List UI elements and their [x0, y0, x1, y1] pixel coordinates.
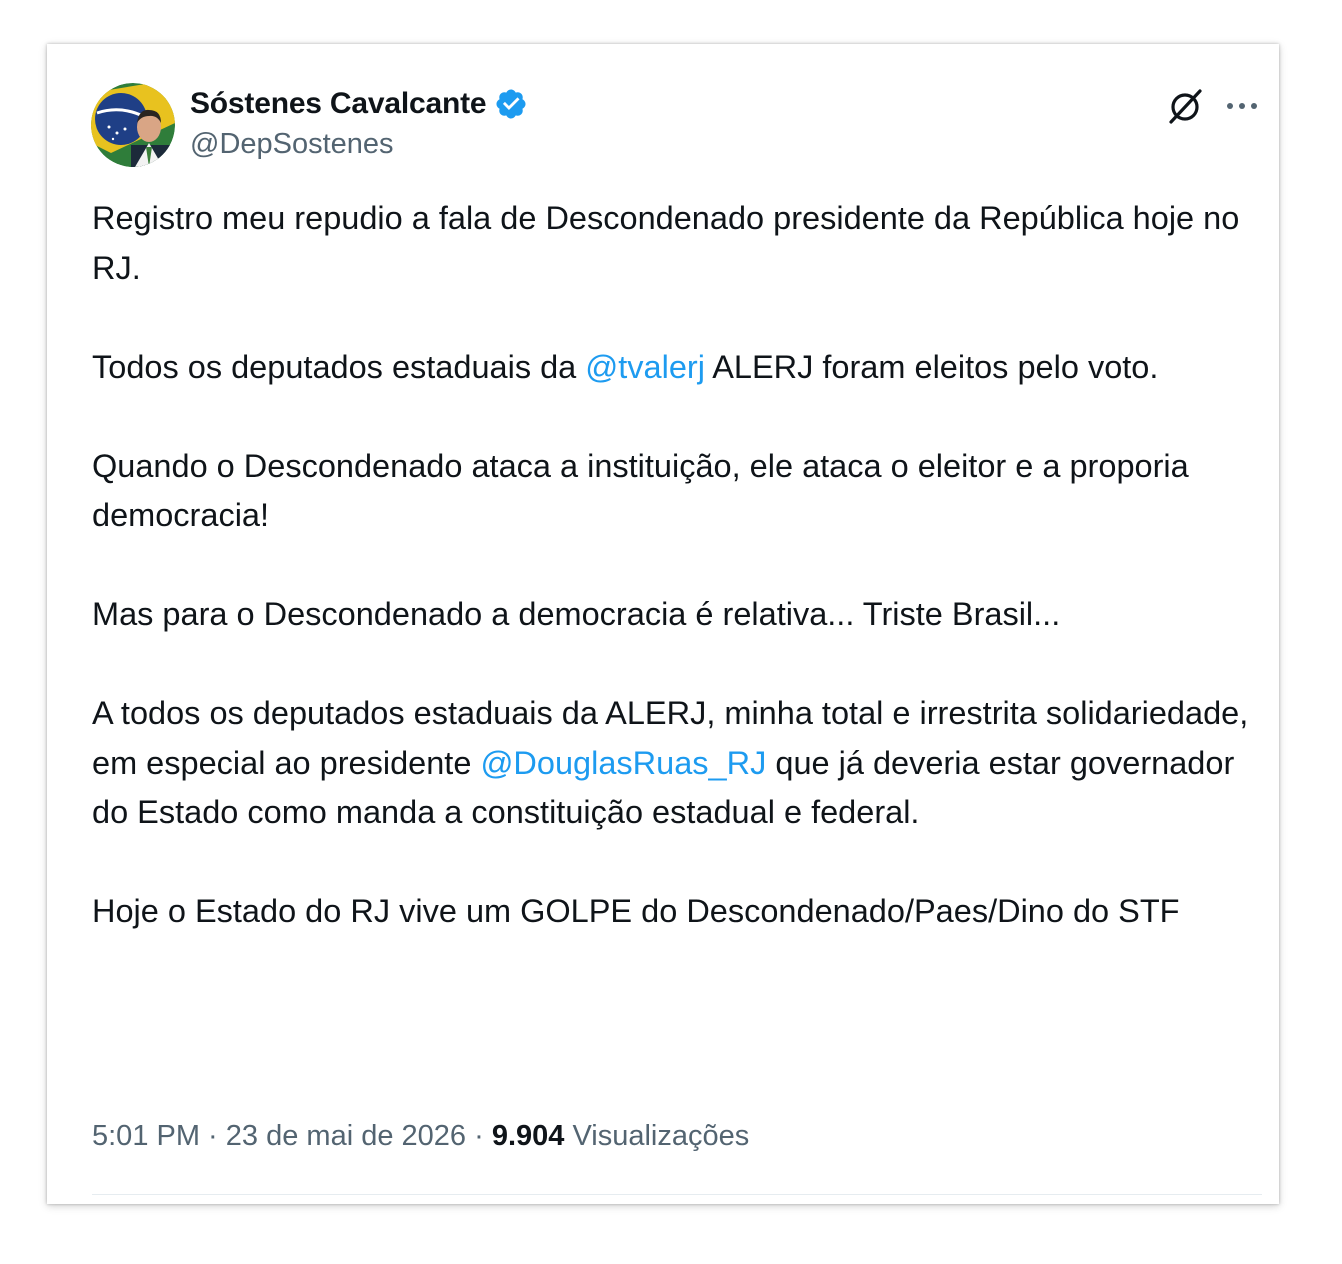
- grok-icon[interactable]: [1165, 86, 1205, 126]
- tweet-card: Sóstenes Cavalcante @DepSostenes Registr…: [47, 44, 1279, 1204]
- author-display-name[interactable]: Sóstenes Cavalcante: [190, 87, 487, 121]
- author-handle[interactable]: @DepSostenes: [190, 128, 394, 161]
- tweet-paragraph: Registro meu repudio a fala de Desconden…: [92, 200, 1240, 286]
- verified-badge-icon[interactable]: [494, 87, 528, 121]
- divider: [92, 1194, 1262, 1195]
- tweet-meta: 5:01 PM · 23 de mai de 2026 · 9.904 Visu…: [92, 1120, 749, 1153]
- tweet-body: Registro meu repudio a fala de Desconden…: [92, 194, 1252, 937]
- tweet-date[interactable]: 23 de mai de 2026: [226, 1120, 466, 1152]
- tweet-time[interactable]: 5:01 PM: [92, 1120, 200, 1152]
- mention-link-tvalerj[interactable]: @tvalerj: [585, 349, 705, 385]
- tweet-text-fragment: Todos os deputados estaduais da: [92, 348, 586, 385]
- profile-photo: [91, 83, 175, 167]
- tweet-paragraph: Quando o Descondenado ataca a instituiçã…: [92, 447, 1189, 534]
- mention-link-douglasruas[interactable]: @DouglasRuas_RJ: [480, 745, 766, 781]
- views-label[interactable]: Visualizações: [572, 1120, 749, 1152]
- tweet-paragraph: Hoje o Estado do RJ vive um GOLPE do Des…: [92, 893, 1180, 929]
- avatar[interactable]: [91, 83, 175, 167]
- meta-separator: ·: [200, 1120, 226, 1152]
- author-name-row: Sóstenes Cavalcante: [190, 86, 528, 122]
- views-count[interactable]: 9.904: [492, 1120, 565, 1152]
- tweet-paragraph: Mas para o Descondenado a democracia é r…: [92, 596, 1061, 632]
- tweet-paragraph: Todos os deputados estaduais da @tvalerj…: [92, 343, 1252, 393]
- tweet-text-fragment: ALERJ foram eleitos pelo voto.: [704, 348, 1159, 385]
- tweet-paragraph: A todos os deputados estaduais da ALERJ,…: [92, 689, 1252, 838]
- meta-separator: ·: [466, 1120, 492, 1152]
- more-options-icon[interactable]: [1222, 89, 1262, 123]
